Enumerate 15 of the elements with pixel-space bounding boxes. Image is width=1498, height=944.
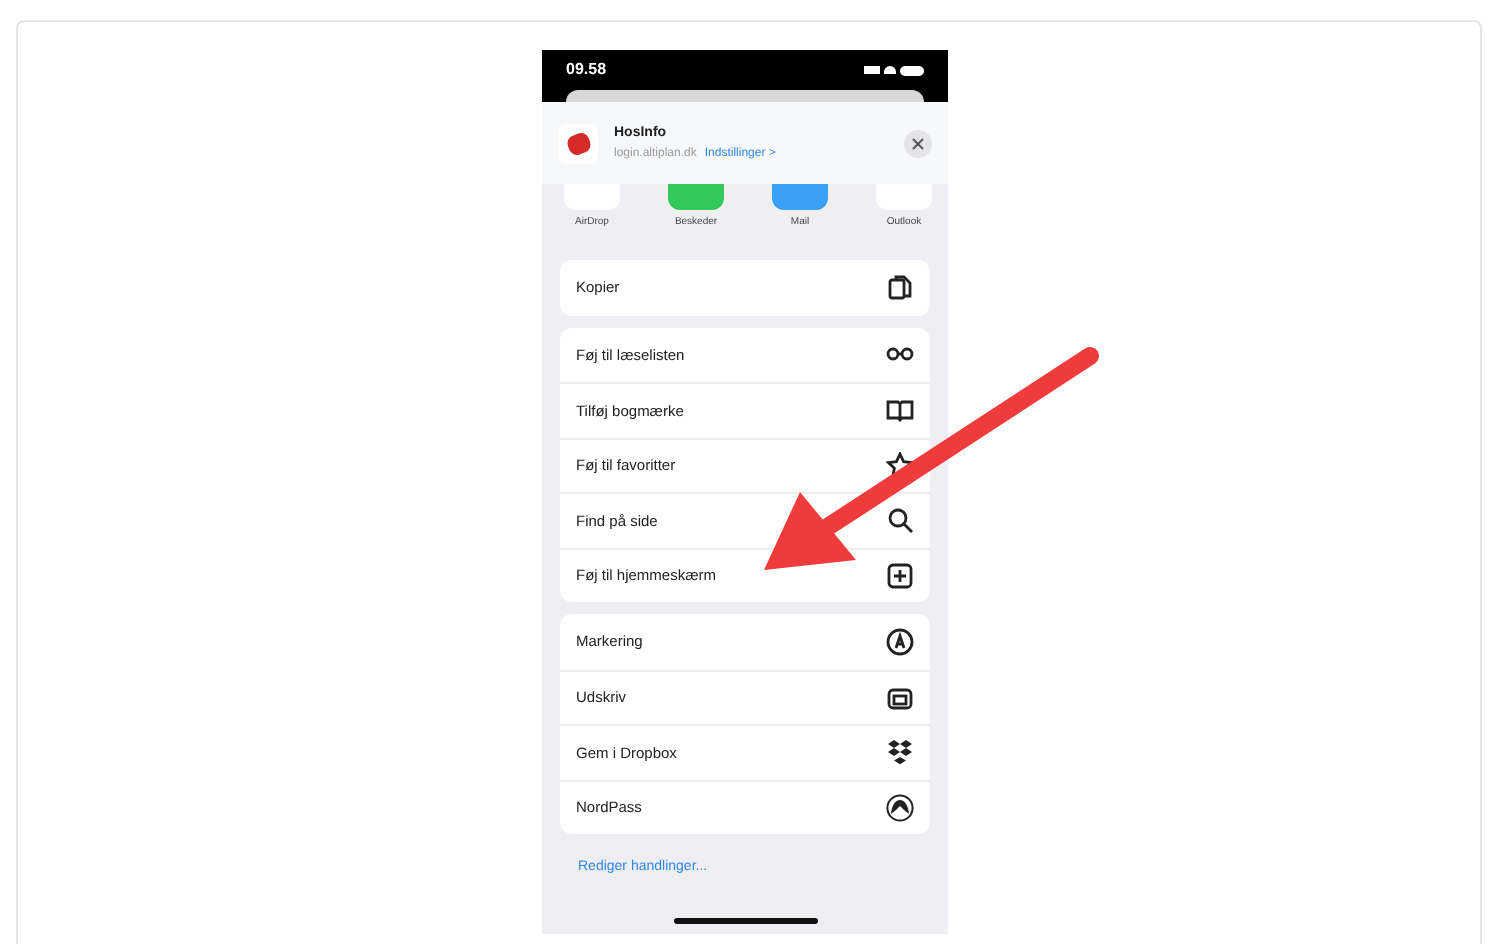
close-button[interactable] [904,129,932,157]
app-tile[interactable] [668,184,724,210]
plus-square-icon [886,561,914,590]
search-icon [886,506,914,535]
home-indicator [674,918,818,924]
pen-circle-icon [886,627,914,656]
printer-icon [886,683,914,712]
book-icon [886,396,914,425]
copy-icon [886,273,914,302]
star-icon [886,451,914,480]
status-time: 09.58 [566,58,607,82]
app-tile[interactable] [772,184,828,210]
status-icons-icon [864,65,924,75]
shield-circle-icon [886,793,914,822]
close-icon [912,137,924,149]
